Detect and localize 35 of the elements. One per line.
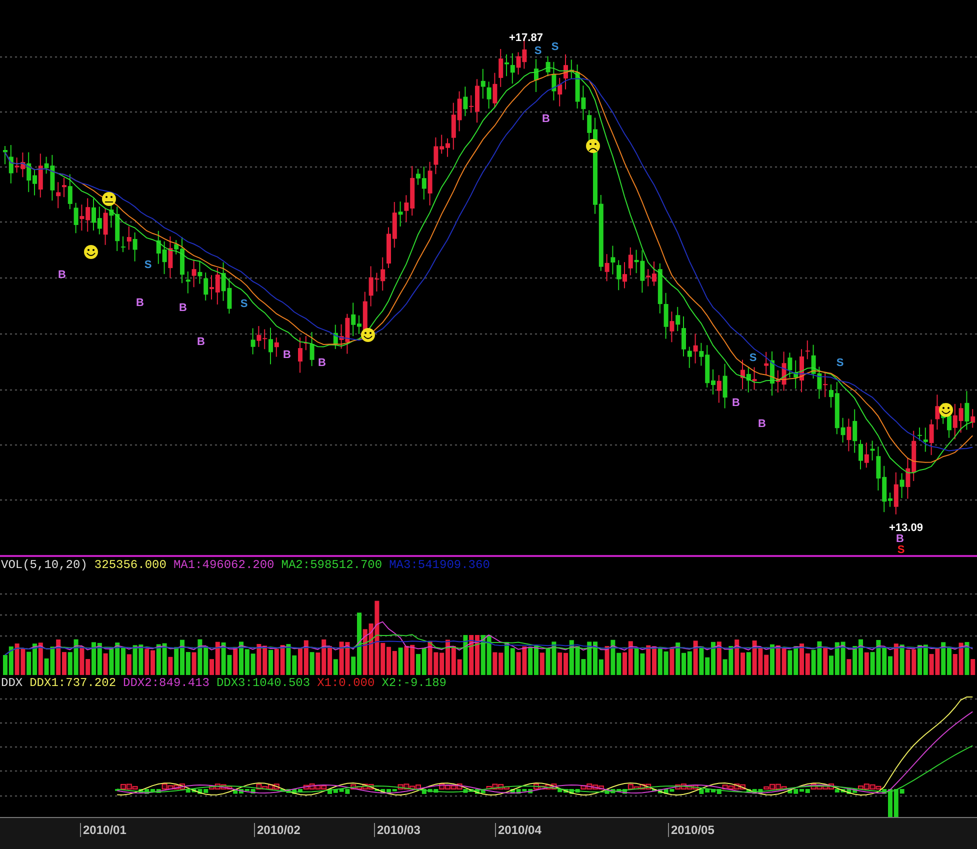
signal-marker: B [283, 349, 291, 361]
legend-text: 325356.000 [94, 558, 166, 572]
legend-text: MA3:541909.360 [389, 558, 490, 572]
legend-text: DDX2:849.413 [123, 676, 210, 690]
legend-text: DDX1:737.202 [30, 676, 116, 690]
signal-marker: S [534, 45, 542, 57]
date-axis-label: 2010/01 [80, 823, 126, 837]
signal-marker: B [318, 357, 326, 369]
date-axis-label: 2010/02 [254, 823, 300, 837]
signal-marker: B [896, 533, 904, 545]
signal-marker: B [58, 269, 66, 281]
legend-text: MA2:598512.700 [281, 558, 382, 572]
date-axis-label: 2010/05 [668, 823, 714, 837]
signal-marker: B [136, 297, 144, 309]
signal-marker: S [144, 259, 152, 271]
high-price-label: +17.87 [509, 32, 543, 44]
date-axis-label: 2010/04 [495, 823, 542, 837]
legend-text: DDX [1, 676, 23, 690]
signal-marker: S [897, 544, 905, 555]
signal-marker: B [732, 397, 740, 409]
signal-marker: S [749, 352, 757, 364]
signal-marker: B [758, 418, 766, 430]
legend-text: X2:-9.189 [382, 676, 446, 690]
signal-marker: B [179, 302, 187, 314]
signal-marker: B [542, 113, 550, 125]
signal-marker: S [551, 41, 559, 53]
low-price-label: +13.09 [889, 522, 923, 534]
legend-text: VOL(5,10,20) [1, 558, 88, 572]
legend-text: X1:0.000 [317, 676, 375, 690]
legend-text: MA1:496062.200 [173, 558, 274, 572]
date-axis-label: 2010/03 [374, 823, 420, 837]
signal-marker: S [240, 298, 248, 310]
signal-marker: B [197, 336, 205, 348]
signal-marker: S [836, 357, 844, 369]
legend-text: DDX3:1040.503 [216, 676, 310, 690]
